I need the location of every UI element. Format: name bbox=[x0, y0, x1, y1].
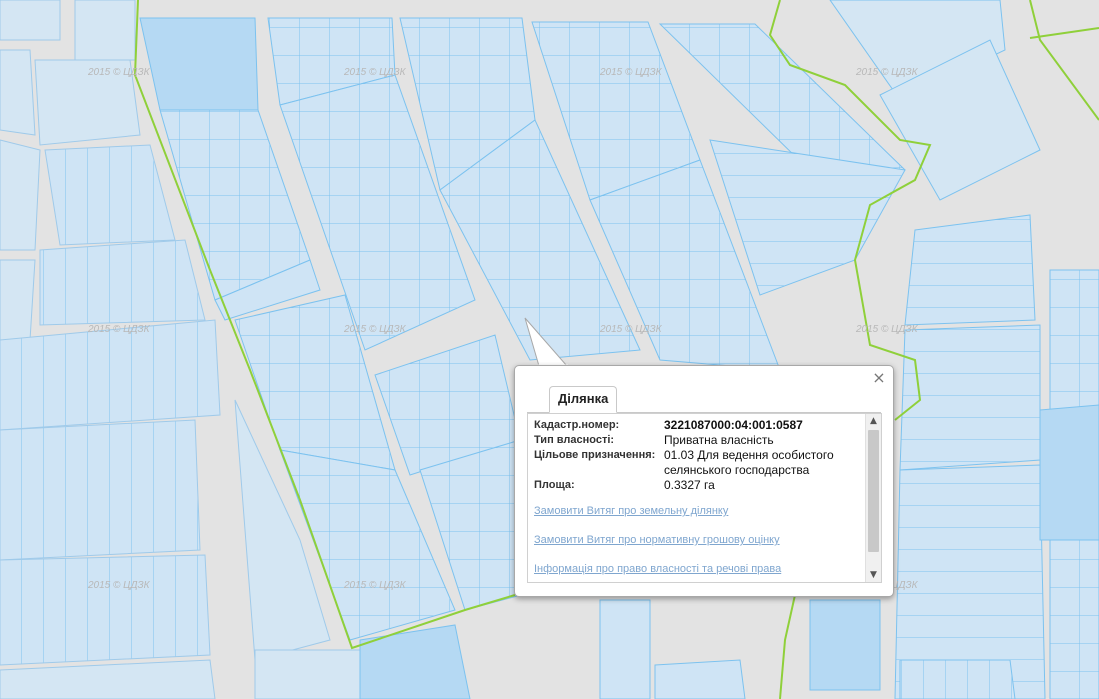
watermark: 2015 © ЦДЗК bbox=[87, 580, 151, 591]
field-value: 3221087000:04:001:0587 bbox=[664, 418, 803, 432]
popup-pointer bbox=[524, 317, 569, 368]
order-parcel-extract-link[interactable]: Замовити Витяг про земельну ділянку bbox=[534, 504, 854, 518]
parcel-info-popup: × Ділянка Кадастр.номер: 3221087000:04:0… bbox=[514, 365, 894, 597]
field-cadastral-number: Кадастр.номер: 3221087000:04:001:0587 bbox=[534, 418, 854, 433]
chevron-down-icon[interactable]: ▼ bbox=[866, 568, 881, 582]
order-valuation-extract-link[interactable]: Замовити Витяг про нормативну грошову оц… bbox=[534, 533, 854, 547]
popup-tabs: Ділянка bbox=[527, 386, 881, 413]
tab-parcel[interactable]: Ділянка bbox=[549, 386, 618, 413]
field-label: Тип власності: bbox=[534, 434, 615, 446]
field-value: 01.03 Для ведення особистого селянського… bbox=[664, 448, 834, 477]
watermark: 2015 © ЦДЗК bbox=[599, 324, 663, 335]
field-value: 0.3327 га bbox=[664, 478, 715, 492]
close-icon[interactable]: × bbox=[872, 370, 886, 386]
field-area: Площа: 0.3327 га bbox=[534, 478, 854, 493]
field-label: Кадастр.номер: bbox=[534, 419, 620, 431]
field-label: Площа: bbox=[534, 479, 575, 491]
watermark: 2015 © ЦДЗК bbox=[87, 324, 151, 335]
watermark: 2015 © ЦДЗК bbox=[343, 580, 407, 591]
chevron-up-icon[interactable]: ▲ bbox=[866, 414, 881, 428]
scroll-thumb[interactable] bbox=[868, 430, 879, 552]
popup-scrollbar[interactable]: ▲ ▼ bbox=[865, 414, 881, 582]
field-ownership-type: Тип власності: Приватна власність bbox=[534, 433, 854, 448]
popup-content[interactable]: Кадастр.номер: 3221087000:04:001:0587 Ти… bbox=[527, 413, 882, 583]
field-value: Приватна власність bbox=[664, 433, 774, 447]
watermark: 2015 © ЦДЗК bbox=[343, 67, 407, 78]
watermark: 2015 © ЦДЗК bbox=[599, 67, 663, 78]
parcel-attributes: Кадастр.номер: 3221087000:04:001:0587 Ти… bbox=[534, 418, 854, 493]
field-label: Цільове призначення: bbox=[534, 449, 656, 461]
watermark: 2015 © ЦДЗК bbox=[87, 67, 151, 78]
watermark: 2015 © ЦДЗК bbox=[343, 324, 407, 335]
ownership-rights-info-link[interactable]: Інформація про право власності та речові… bbox=[534, 562, 854, 576]
watermark: 2015 © ЦДЗК bbox=[855, 67, 919, 78]
field-purpose: Цільове призначення: 01.03 Для ведення о… bbox=[534, 448, 854, 478]
watermark: 2015 © ЦДЗК bbox=[855, 324, 919, 335]
popup-links: Замовити Витяг про земельну ділянку Замо… bbox=[534, 504, 854, 582]
